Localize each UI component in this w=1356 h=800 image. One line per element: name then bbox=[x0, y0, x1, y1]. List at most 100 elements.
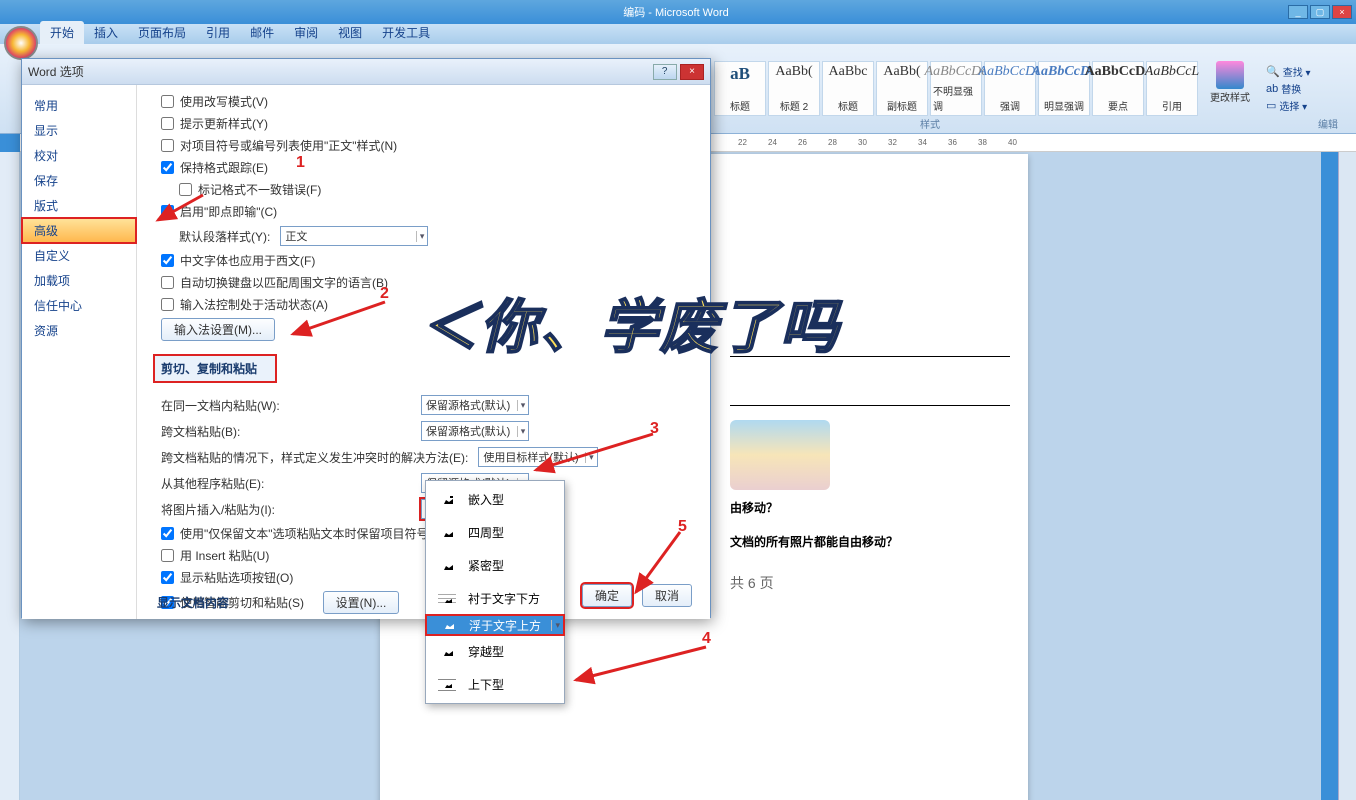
keep-bullet-checkbox[interactable] bbox=[161, 527, 174, 540]
dog-icon bbox=[436, 559, 458, 573]
overlay-caption: ＜你、学废了吗 bbox=[420, 280, 840, 364]
default-para-style-select[interactable]: 正文 bbox=[280, 226, 428, 246]
page-count: 共 6 页 bbox=[730, 571, 1010, 596]
edit-group: 🔍查找 ▾ ab替换 ▭选择 ▾ bbox=[1266, 64, 1311, 113]
ime-active-checkbox[interactable] bbox=[161, 298, 174, 311]
show-paste-options-checkbox[interactable] bbox=[161, 571, 174, 584]
replace-icon: ab bbox=[1266, 83, 1278, 95]
dog-icon bbox=[436, 493, 458, 507]
tab-mailings[interactable]: 邮件 bbox=[240, 21, 284, 44]
doc-heading: 文档的所有照片都能自由移动？ bbox=[730, 532, 1010, 554]
annotation-4: 4 bbox=[702, 630, 711, 648]
dog-icon bbox=[437, 618, 459, 632]
document-image[interactable] bbox=[730, 420, 830, 490]
dialog-close-button[interactable]: × bbox=[680, 64, 704, 80]
dropdown-item-tight[interactable]: 紧密型 bbox=[426, 549, 564, 582]
replace-button[interactable]: ab替换 bbox=[1266, 81, 1311, 96]
style-item[interactable]: AaBbCcDc要点 bbox=[1092, 61, 1144, 116]
dropdown-item-behind[interactable]: 衬于文字下方 bbox=[426, 582, 564, 615]
sidebar-item-display[interactable]: 显示 bbox=[22, 118, 136, 143]
dialog-title: Word 选项 bbox=[28, 63, 84, 80]
doc-heading: 由移动？ bbox=[730, 498, 1010, 520]
tab-view[interactable]: 视图 bbox=[328, 21, 372, 44]
dialog-sidebar: 常用 显示 校对 保存 版式 高级 自定义 加载项 信任中心 资源 bbox=[22, 85, 137, 619]
auto-switch-keyboard-checkbox[interactable] bbox=[161, 276, 174, 289]
tab-insert[interactable]: 插入 bbox=[84, 21, 128, 44]
cut-copy-paste-section: 剪切、复制和粘贴 bbox=[155, 356, 275, 381]
cancel-button[interactable]: 取消 bbox=[642, 584, 692, 607]
edit-group-label: 编辑 bbox=[1318, 116, 1338, 131]
find-button[interactable]: 🔍查找 ▾ bbox=[1266, 64, 1311, 79]
cn-font-western-checkbox[interactable] bbox=[161, 254, 174, 267]
paste-conflict-select[interactable]: 使用目标样式(默认) bbox=[478, 447, 597, 467]
style-item[interactable]: AaBbCcDc强调 bbox=[984, 61, 1036, 116]
window-maximize-button[interactable]: ▢ bbox=[1310, 5, 1330, 19]
tab-review[interactable]: 审阅 bbox=[284, 21, 328, 44]
annotation-2: 2 bbox=[380, 285, 389, 303]
style-item[interactable]: aB标题 bbox=[714, 61, 766, 116]
ok-button[interactable]: 确定 bbox=[582, 584, 632, 607]
change-style-icon bbox=[1216, 61, 1244, 89]
styles-group-label: 样式 bbox=[920, 116, 940, 131]
style-gallery: aB标题 AaBb(标题 2 AaBbc标题 AaBb(副标题 AaBbCcDc… bbox=[714, 61, 1198, 116]
window-title: 编码 - Microsoft Word bbox=[64, 4, 1288, 20]
insert-key-paste-checkbox[interactable] bbox=[161, 549, 174, 562]
vertical-scrollbar[interactable] bbox=[1338, 152, 1356, 800]
select-icon: ▭ bbox=[1266, 99, 1276, 112]
vertical-ruler[interactable] bbox=[0, 152, 20, 800]
dropdown-item-inline[interactable]: 嵌入型 bbox=[426, 483, 564, 516]
annotation-3: 3 bbox=[650, 420, 659, 438]
tab-references[interactable]: 引用 bbox=[196, 21, 240, 44]
office-button[interactable] bbox=[4, 26, 38, 60]
dog-icon bbox=[436, 678, 458, 692]
tab-page-layout[interactable]: 页面布局 bbox=[128, 21, 196, 44]
find-icon: 🔍 bbox=[1266, 65, 1280, 78]
dropdown-item-topbottom[interactable]: 上下型 bbox=[426, 668, 564, 701]
enable-click-type-checkbox[interactable] bbox=[161, 205, 174, 218]
paste-same-doc-select[interactable]: 保留源格式(默认) bbox=[421, 395, 529, 415]
tab-home[interactable]: 开始 bbox=[40, 21, 84, 44]
window-minimize-button[interactable]: _ bbox=[1288, 5, 1308, 19]
style-item[interactable]: AaBbCcDc不明显强调 bbox=[930, 61, 982, 116]
ime-settings-button[interactable]: 输入法设置(M)... bbox=[161, 318, 275, 341]
ribbon-tabs: 开始 插入 页面布局 引用 邮件 审阅 视图 开发工具 bbox=[0, 24, 1356, 44]
sidebar-item-popular[interactable]: 常用 bbox=[22, 93, 136, 118]
dog-icon bbox=[436, 645, 458, 659]
sidebar-item-trust[interactable]: 信任中心 bbox=[22, 293, 136, 318]
picture-wrap-dropdown: 嵌入型 四周型 紧密型 衬于文字下方 浮于文字上方 穿越型 上下型 bbox=[425, 480, 565, 704]
mark-format-inconsist-checkbox[interactable] bbox=[179, 183, 192, 196]
sidebar-item-proofing[interactable]: 校对 bbox=[22, 143, 136, 168]
dropdown-item-square[interactable]: 四周型 bbox=[426, 516, 564, 549]
annotation-1: 1 bbox=[296, 154, 305, 172]
sidebar-item-addins[interactable]: 加载项 bbox=[22, 268, 136, 293]
dropdown-item-front[interactable]: 浮于文字上方 bbox=[426, 615, 564, 635]
select-button[interactable]: ▭选择 ▾ bbox=[1266, 98, 1311, 113]
dialog-titlebar[interactable]: Word 选项 ? × bbox=[22, 59, 710, 85]
window-close-button[interactable]: × bbox=[1332, 5, 1352, 19]
annotation-5: 5 bbox=[678, 518, 687, 536]
prompt-update-style-checkbox[interactable] bbox=[161, 117, 174, 130]
style-item[interactable]: AaBb(副标题 bbox=[876, 61, 928, 116]
paste-cross-doc-select[interactable]: 保留源格式(默认) bbox=[421, 421, 529, 441]
dog-icon bbox=[436, 526, 458, 540]
normal-style-checkbox[interactable] bbox=[161, 139, 174, 152]
style-item[interactable]: AaBbc标题 bbox=[822, 61, 874, 116]
style-item[interactable]: AaBbCcL引用 bbox=[1146, 61, 1198, 116]
use-overtype-mode-checkbox[interactable] bbox=[161, 95, 174, 108]
sidebar-item-customize[interactable]: 自定义 bbox=[22, 243, 136, 268]
smart-settings-button[interactable]: 设置(N)... bbox=[323, 591, 400, 614]
style-item[interactable]: AaBb(标题 2 bbox=[768, 61, 820, 116]
sidebar-item-save[interactable]: 保存 bbox=[22, 168, 136, 193]
show-content-section: 显示文档内容 bbox=[157, 594, 229, 611]
dropdown-item-through[interactable]: 穿越型 bbox=[426, 635, 564, 668]
sidebar-item-resources[interactable]: 资源 bbox=[22, 318, 136, 343]
sidebar-item-advanced[interactable]: 高级 bbox=[22, 218, 136, 243]
style-item[interactable]: AaBbCcDc明显强调 bbox=[1038, 61, 1090, 116]
tab-developer[interactable]: 开发工具 bbox=[372, 21, 440, 44]
document-content: 由移动？ 文档的所有照片都能自由移动？ 共 6 页 bbox=[730, 342, 1010, 596]
change-style-button[interactable]: 更改样式 bbox=[1206, 61, 1254, 116]
dog-icon bbox=[436, 592, 458, 606]
sidebar-item-typography[interactable]: 版式 bbox=[22, 193, 136, 218]
keep-track-formatting-checkbox[interactable] bbox=[161, 161, 174, 174]
dialog-help-button[interactable]: ? bbox=[653, 64, 677, 80]
